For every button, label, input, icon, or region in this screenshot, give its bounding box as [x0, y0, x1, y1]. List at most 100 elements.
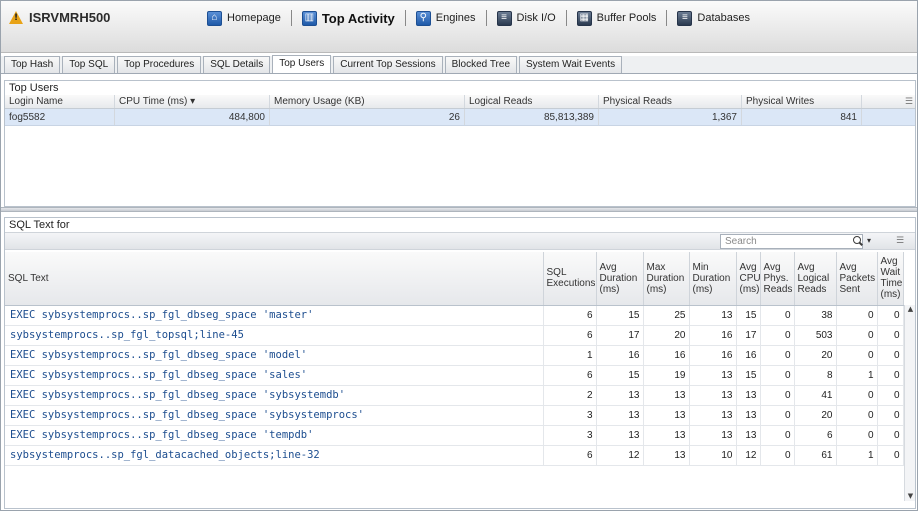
- cell-max-duration: 19: [643, 365, 690, 386]
- column-header-memory-usage[interactable]: Memory Usage (KB): [270, 95, 465, 108]
- cell-avg-wait-time: 0: [877, 405, 904, 426]
- tab-top-procedures[interactable]: Top Procedures: [117, 56, 202, 73]
- column-header-sql-executions[interactable]: SQL Executions: [543, 252, 597, 306]
- column-header-avg-wait-time[interactable]: Avg Wait Time (ms): [877, 252, 904, 306]
- top-nav: ⌂ Homepage ▥ Top Activity ⚲ Engines ≡ Di…: [201, 7, 756, 29]
- scroll-down-icon[interactable]: ▼: [906, 492, 915, 501]
- nav-homepage[interactable]: ⌂ Homepage: [201, 7, 287, 29]
- cell-sql-text[interactable]: EXEC sybsystemprocs..sp_fgl_dbseg_space …: [5, 425, 544, 446]
- cell-avg-cpu: 17: [736, 325, 761, 346]
- scroll-up-icon[interactable]: ▲: [906, 305, 915, 314]
- sql-text-table: SQL Text SQL Executions Avg Duration (ms…: [5, 252, 904, 466]
- nav-buffer-pools[interactable]: ▦ Buffer Pools: [571, 7, 663, 29]
- table-row[interactable]: EXEC sybsystemprocs..sp_fgl_dbseg_space …: [5, 425, 904, 446]
- cell-max-duration: 13: [643, 425, 690, 446]
- cell-sql-text[interactable]: EXEC sybsystemprocs..sp_fgl_dbseg_space …: [5, 365, 544, 386]
- cell-avg-logical-reads: 503: [794, 325, 837, 346]
- cell-min-duration: 13: [689, 365, 737, 386]
- tab-top-sql[interactable]: Top SQL: [62, 56, 116, 73]
- cell-min-duration: 16: [689, 325, 737, 346]
- cell-avg-duration: 12: [596, 445, 644, 466]
- column-header-avg-logical-reads[interactable]: Avg Logical Reads: [794, 252, 837, 306]
- table-row[interactable]: EXEC sybsystemprocs..sp_fgl_dbseg_space …: [5, 305, 904, 326]
- column-header-avg-phys-reads[interactable]: Avg Phys. Reads: [760, 252, 795, 306]
- column-header-min-duration[interactable]: Min Duration (ms): [689, 252, 737, 306]
- table-row[interactable]: EXEC sybsystemprocs..sp_fgl_dbseg_space …: [5, 385, 904, 406]
- cell-sql-text[interactable]: sybsystemprocs..sp_fgl_datacached_object…: [5, 445, 544, 466]
- cell-sql-executions: 3: [543, 425, 597, 446]
- tab-sql-details[interactable]: SQL Details: [203, 56, 271, 73]
- cell-avg-phys-reads: 0: [760, 425, 795, 446]
- cell-min-duration: 13: [689, 305, 737, 326]
- nav-top-activity-label: Top Activity: [321, 10, 395, 26]
- cell-avg-packets-sent: 1: [836, 445, 878, 466]
- search-icon[interactable]: [853, 236, 861, 244]
- tab-top-hash[interactable]: Top Hash: [4, 56, 61, 73]
- column-header-sql-text[interactable]: SQL Text: [5, 252, 544, 306]
- warning-icon: [9, 10, 23, 24]
- column-header-physical-writes[interactable]: Physical Writes: [742, 95, 862, 108]
- column-header-max-duration[interactable]: Max Duration (ms): [643, 252, 690, 306]
- sql-text-title: SQL Text for: [9, 219, 70, 231]
- column-header-cpu-time[interactable]: CPU Time (ms) ▾: [115, 95, 270, 108]
- cell-avg-cpu: 15: [736, 365, 761, 386]
- vertical-scrollbar[interactable]: ▲ ▼: [904, 305, 915, 501]
- cell-min-duration: 13: [689, 405, 737, 426]
- cell-max-duration: 13: [643, 405, 690, 426]
- search-input[interactable]: Search: [720, 234, 863, 249]
- nav-homepage-label: Homepage: [227, 12, 281, 24]
- cell-avg-logical-reads: 8: [794, 365, 837, 386]
- chevron-down-icon[interactable]: ▾: [867, 236, 871, 245]
- cell-avg-phys-reads: 0: [760, 305, 795, 326]
- nav-engines[interactable]: ⚲ Engines: [410, 7, 482, 29]
- cell-avg-duration: 13: [596, 385, 644, 406]
- cell-min-duration: 13: [689, 385, 737, 406]
- cell-avg-wait-time: 0: [877, 385, 904, 406]
- cell-avg-wait-time: 0: [877, 425, 904, 446]
- cell-sql-text[interactable]: EXEC sybsystemprocs..sp_fgl_dbseg_space …: [5, 345, 544, 366]
- cell-sql-executions: 2: [543, 385, 597, 406]
- cell-avg-packets-sent: 1: [836, 365, 878, 386]
- column-header-avg-cpu[interactable]: Avg CPU (ms): [736, 252, 761, 306]
- tab-blocked-tree[interactable]: Blocked Tree: [444, 56, 518, 73]
- nav-databases[interactable]: ≡ Databases: [671, 7, 756, 29]
- nav-databases-label: Databases: [697, 12, 750, 24]
- nav-disk-io-label: Disk I/O: [516, 12, 556, 24]
- cell-avg-cpu: 12: [736, 445, 761, 466]
- cell-avg-cpu: 13: [736, 405, 761, 426]
- cell-sql-executions: 3: [543, 405, 597, 426]
- column-header-avg-packets-sent[interactable]: Avg Packets Sent: [836, 252, 878, 306]
- table-row[interactable]: EXEC sybsystemprocs..sp_fgl_dbseg_space …: [5, 405, 904, 426]
- top-users-title: Top Users: [5, 81, 915, 95]
- column-header-logical-reads[interactable]: Logical Reads: [465, 95, 599, 108]
- tab-current-top-sessions[interactable]: Current Top Sessions: [333, 56, 443, 73]
- tab-strip: Top Hash Top SQL Top Procedures SQL Deta…: [1, 55, 917, 74]
- cell-sql-text[interactable]: EXEC sybsystemprocs..sp_fgl_dbseg_space …: [5, 305, 544, 326]
- table-row[interactable]: EXEC sybsystemprocs..sp_fgl_dbseg_space …: [5, 365, 904, 386]
- column-header-login-name[interactable]: Login Name: [5, 95, 115, 108]
- app-window: ISRVMRH500 ⌂ Homepage ▥ Top Activity ⚲ E…: [0, 0, 918, 511]
- nav-engines-label: Engines: [435, 12, 476, 24]
- column-chooser-icon[interactable]: ☰: [905, 97, 913, 107]
- nav-disk-io[interactable]: ≡ Disk I/O: [491, 7, 562, 29]
- cell-sql-text[interactable]: EXEC sybsystemprocs..sp_fgl_dbseg_space …: [5, 405, 544, 426]
- sql-toolbar: Search ▾ ☰: [5, 232, 915, 250]
- panel-splitter[interactable]: [1, 207, 917, 212]
- cell-avg-logical-reads: 38: [794, 305, 837, 326]
- cell-avg-phys-reads: 0: [760, 345, 795, 366]
- column-chooser-icon[interactable]: ☰: [896, 236, 904, 246]
- column-header-avg-duration[interactable]: Avg Duration (ms): [596, 252, 644, 306]
- table-row[interactable]: fog5582 484,800 26 85,813,389 1,367 841: [5, 109, 915, 126]
- column-header-physical-reads[interactable]: Physical Reads: [599, 95, 742, 108]
- nav-divider: [565, 10, 567, 26]
- table-row[interactable]: sybsystemprocs..sp_fgl_topsql;line-45 6 17…: [5, 325, 904, 346]
- cell-sql-text[interactable]: sybsystemprocs..sp_fgl_topsql;line-45: [5, 325, 544, 346]
- tab-top-users[interactable]: Top Users: [272, 55, 332, 73]
- nav-top-activity[interactable]: ▥ Top Activity: [296, 7, 401, 29]
- tab-system-wait-events[interactable]: System Wait Events: [519, 56, 623, 73]
- table-row[interactable]: EXEC sybsystemprocs..sp_fgl_dbseg_space …: [5, 345, 904, 366]
- table-row[interactable]: sybsystemprocs..sp_fgl_datacached_object…: [5, 445, 904, 466]
- cell-login-name: fog5582: [5, 109, 115, 125]
- cell-physical-writes: 841: [742, 109, 862, 125]
- cell-sql-text[interactable]: EXEC sybsystemprocs..sp_fgl_dbseg_space …: [5, 385, 544, 406]
